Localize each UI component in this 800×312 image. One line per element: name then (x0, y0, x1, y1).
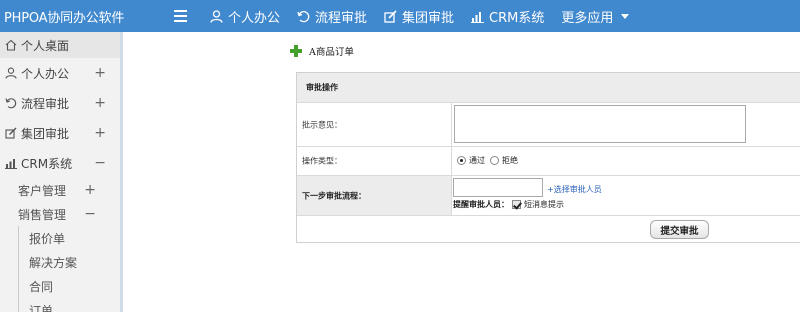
sidebar-item-crm[interactable]: CRM系统 − (0, 148, 120, 178)
topnav-label: CRM系统 (489, 10, 545, 26)
edit-icon (5, 127, 17, 139)
expand-icon[interactable]: + (84, 182, 96, 198)
opinion-row: 批示意见： (297, 103, 800, 147)
submit-row: 提交审批 (297, 216, 800, 244)
menu-toggle-icon[interactable] (174, 9, 192, 23)
sidebar-subitem-label: 客户管理 (18, 183, 67, 198)
user-icon (5, 67, 17, 79)
topnav-label: 个人办公 (228, 10, 281, 26)
topnav-more-apps[interactable]: 更多应用 (561, 7, 630, 26)
sidebar-subitem-label: 销售管理 (18, 207, 67, 222)
sidebar-item-label: 集团审批 (21, 126, 70, 141)
next-approver-input[interactable] (453, 178, 543, 197)
sidebar: 个人桌面 个人办公 + 流程审批 + 集团审批 + CRM系统 − 客户管理 +… (0, 32, 123, 312)
bar-chart-icon (5, 159, 17, 169)
bar-chart-icon (471, 11, 485, 23)
expand-icon[interactable]: + (94, 65, 106, 81)
approval-form: 审批操作 批示意见： 操作类型： 通过 拒绝 下一步审批流程： +选择审批人员 … (296, 72, 800, 243)
sidebar-subitem-sales[interactable]: 销售管理 − (0, 202, 120, 226)
sidebar-item-label: 个人桌面 (21, 38, 70, 53)
select-approver-link[interactable]: +选择审批人员 (547, 184, 602, 195)
next-step-label: 下一步审批流程： (302, 191, 366, 200)
operation-type-row: 操作类型： 通过 拒绝 (297, 147, 800, 176)
expand-icon[interactable]: + (94, 95, 106, 111)
topnav-label: 集团审批 (402, 10, 455, 26)
workflow-icon (5, 98, 17, 109)
topnav-personal-office[interactable]: 个人办公 (210, 7, 280, 26)
remind-row: 提醒审批人员： 短消息提示 (453, 199, 564, 210)
topnav-workflow[interactable]: 流程审批 (297, 7, 367, 26)
sidebar-leaf-order[interactable]: 订单 (19, 298, 120, 312)
radio-approve[interactable]: 通过 (457, 155, 485, 166)
submit-approval-button[interactable]: 提交审批 (650, 220, 709, 239)
sidebar-leaf-solution[interactable]: 解决方案 (19, 250, 120, 274)
edit-icon (384, 9, 397, 23)
sidebar-item-personal-office[interactable]: 个人办公 + (0, 58, 120, 88)
section-title: 审批操作 (306, 83, 338, 92)
topnav-group-approval[interactable]: 集团审批 (384, 7, 454, 26)
sidebar-item-workflow[interactable]: 流程审批 + (0, 88, 120, 118)
sidebar-subitem-customer[interactable]: 客户管理 + (0, 178, 120, 202)
main-content: A商品订单 审批操作 批示意见： 操作类型： 通过 拒绝 下一步审批流程： +选… (126, 32, 800, 312)
topnav-crm[interactable]: CRM系统 (471, 7, 544, 26)
remind-label: 提醒审批人员： (453, 200, 509, 209)
topnav-label: 更多应用 (561, 10, 614, 26)
sidebar-item-desktop[interactable]: 个人桌面 (0, 32, 120, 58)
page-title-text: A商品订单 (309, 47, 354, 58)
top-nav: 个人办公 流程审批 集团审批 CRM系统 更多应用 (210, 7, 646, 26)
sidebar-item-label: CRM系统 (21, 156, 73, 171)
caret-down-icon (621, 13, 630, 19)
top-bar: PHPOA协同办公软件 个人办公 流程审批 集团审批 CRM系统 更多应用 (0, 0, 800, 32)
sidebar-item-label: 流程审批 (21, 96, 70, 111)
collapse-icon[interactable]: − (94, 155, 106, 171)
form-section-header: 审批操作 (297, 73, 800, 103)
opinion-textarea[interactable] (454, 105, 746, 143)
page-title: A商品订单 (290, 44, 354, 58)
operation-type-radios: 通过 拒绝 (457, 155, 523, 166)
operation-type-label: 操作类型： (302, 156, 342, 166)
topnav-label: 流程审批 (315, 10, 368, 26)
sidebar-item-group-approval[interactable]: 集团审批 + (0, 118, 120, 148)
opinion-label: 批示意见： (302, 120, 342, 129)
sidebar-leaf-quote[interactable]: 报价单 (19, 226, 120, 250)
collapse-icon[interactable]: − (84, 206, 96, 222)
next-step-row: 下一步审批流程： +选择审批人员 提醒审批人员： 短消息提示 (297, 176, 800, 216)
home-icon (5, 39, 17, 51)
plus-icon (290, 45, 302, 57)
sms-reminder-label: 短消息提示 (524, 200, 564, 209)
sms-reminder-checkbox[interactable] (512, 200, 521, 209)
user-icon (210, 9, 223, 23)
sidebar-item-label: 个人办公 (21, 66, 70, 81)
radio-reject[interactable]: 拒绝 (490, 155, 518, 166)
radio-button[interactable] (490, 156, 499, 165)
sales-submenu: 报价单 解决方案 合同 订单 (18, 226, 120, 312)
expand-icon[interactable]: + (94, 125, 106, 141)
radio-button[interactable] (457, 156, 466, 165)
workflow-icon (297, 10, 310, 22)
app-title: PHPOA协同办公软件 (4, 10, 125, 26)
sidebar-leaf-contract[interactable]: 合同 (19, 274, 120, 298)
